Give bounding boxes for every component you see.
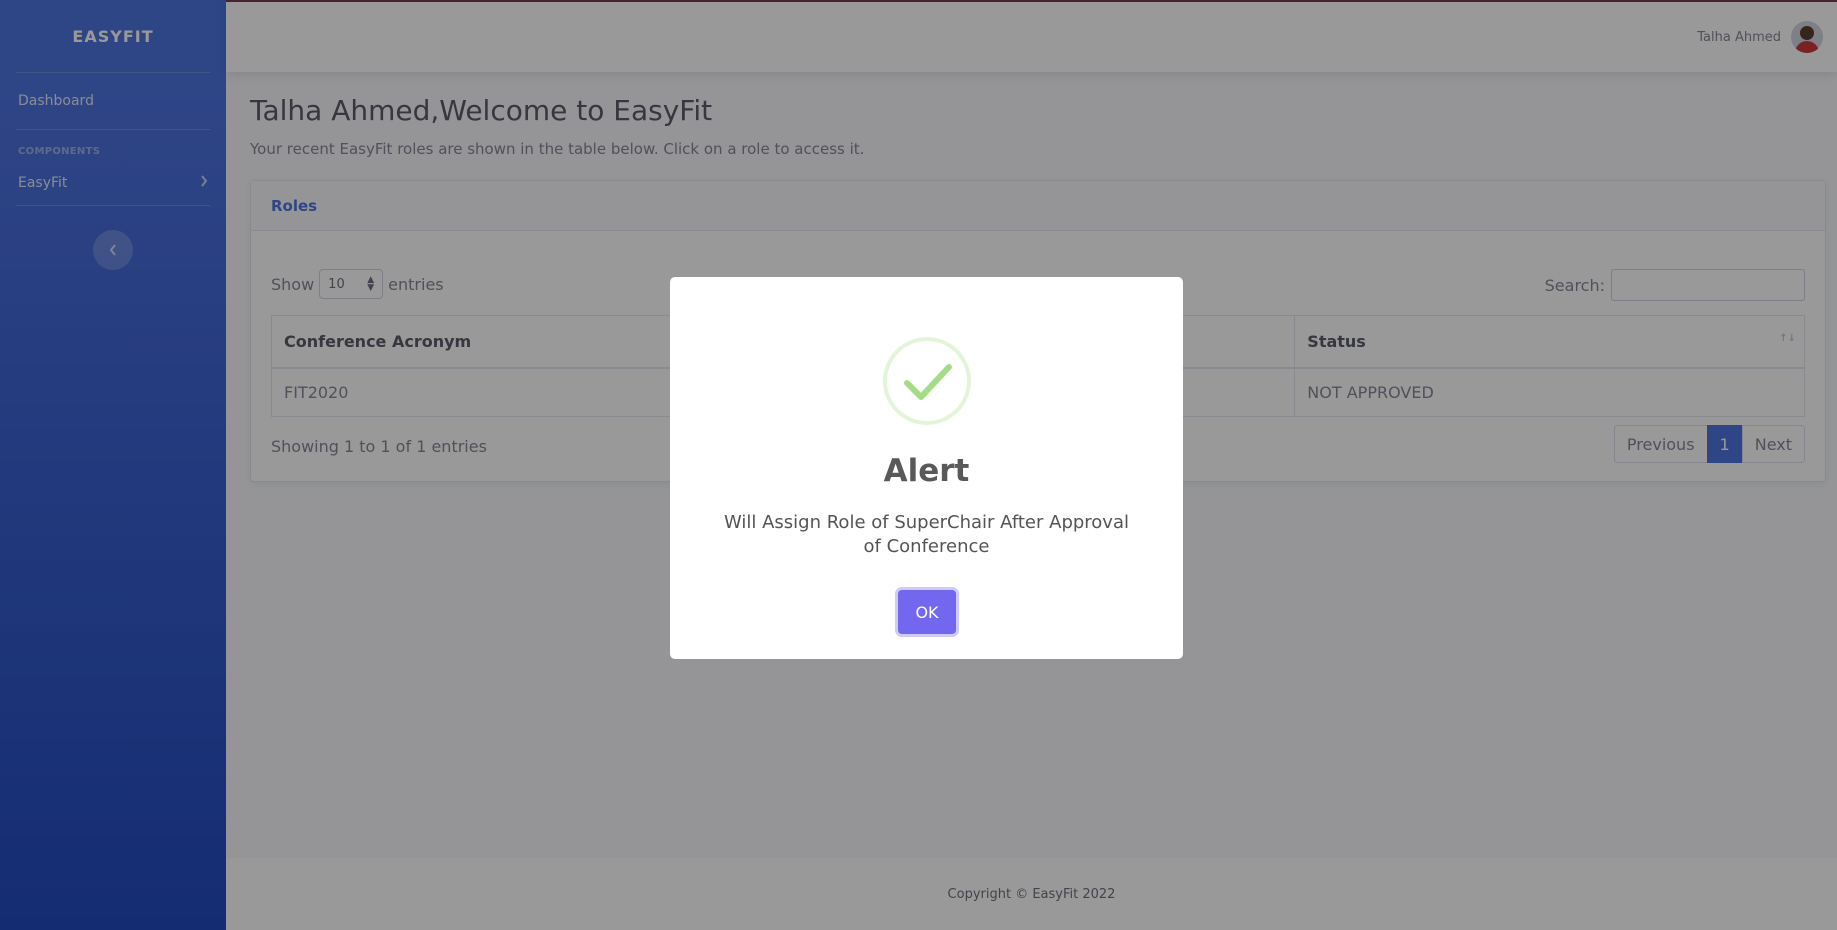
ok-button[interactable]: OK — [898, 590, 956, 634]
success-check-icon — [883, 337, 971, 425]
dialog-title: Alert — [883, 453, 970, 489]
dialog-message: Will Assign Role of SuperChair After App… — [723, 512, 1129, 557]
alert-dialog: Alert Will Assign Role of SuperChair Aft… — [670, 277, 1183, 659]
